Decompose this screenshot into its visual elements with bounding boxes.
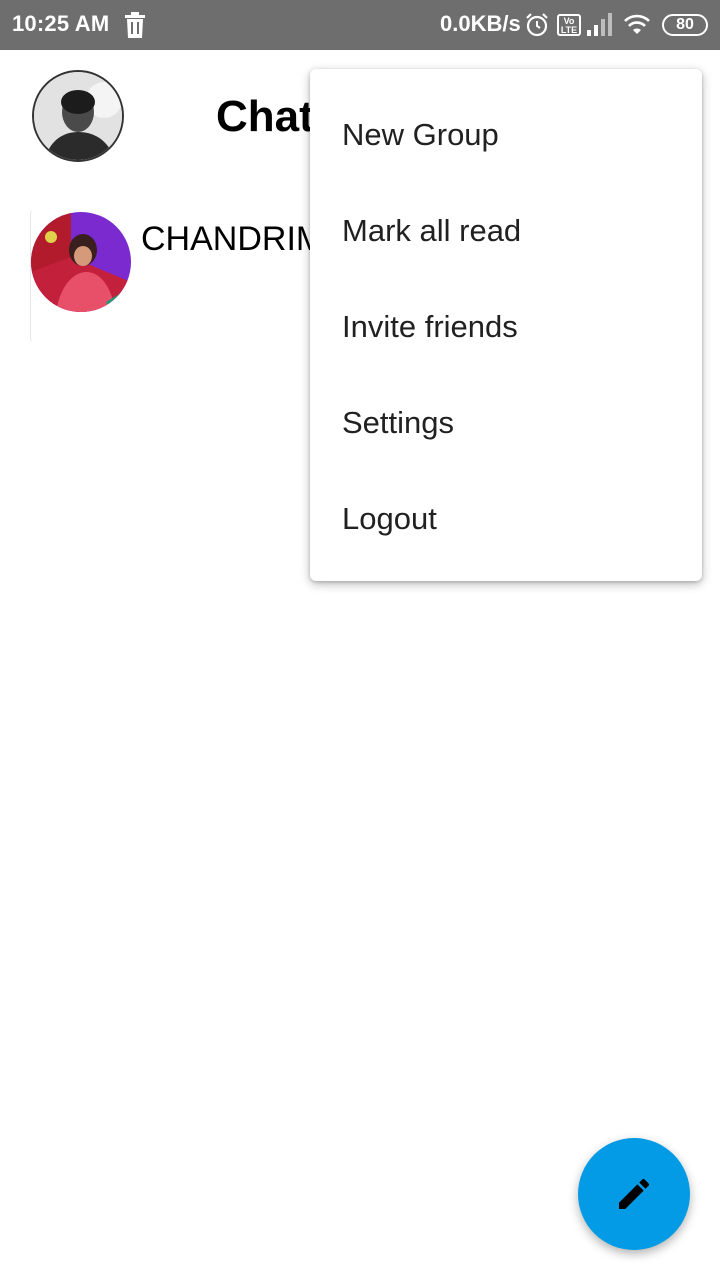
- profile-avatar[interactable]: [32, 70, 124, 162]
- status-bar: 10:25 AM 0.0KB/s Vo LTE 80: [0, 0, 720, 50]
- network-speed: 0.0KB/s: [440, 11, 521, 36]
- chat-avatar: [31, 212, 131, 312]
- menu-item-new-group[interactable]: New Group: [310, 87, 702, 183]
- status-time: 10:25 AM: [12, 11, 110, 36]
- menu-item-mark-all-read[interactable]: Mark all read: [310, 183, 702, 279]
- profile-photo: [34, 72, 122, 160]
- menu-item-logout[interactable]: Logout: [310, 471, 702, 567]
- contact-photo: [31, 212, 131, 312]
- signal-icon: [587, 13, 612, 36]
- compose-button[interactable]: [578, 1138, 690, 1250]
- chat-list-item[interactable]: CHANDRIMA: [30, 210, 347, 342]
- menu-item-invite-friends[interactable]: Invite friends: [310, 279, 702, 375]
- menu-item-settings[interactable]: Settings: [310, 375, 702, 471]
- volte-icon: Vo LTE: [557, 14, 581, 36]
- trash-icon: [125, 12, 145, 38]
- battery-icon: 80: [662, 14, 708, 36]
- overflow-menu: New Group Mark all read Invite friends S…: [310, 69, 702, 581]
- pencil-icon: [619, 1178, 650, 1209]
- alarm-icon: [526, 13, 548, 37]
- wifi-icon: [624, 14, 650, 34]
